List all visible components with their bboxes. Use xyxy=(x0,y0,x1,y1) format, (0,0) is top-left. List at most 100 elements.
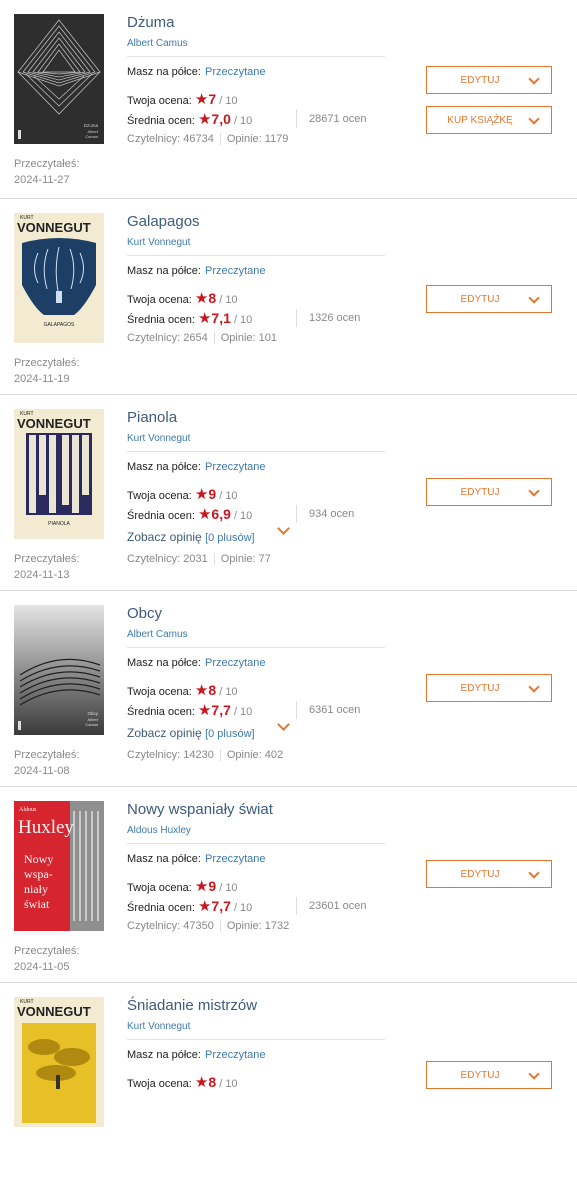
book-shelf-list: Dżuma Albert Camus Przeczytałeś: 2024-11-… xyxy=(0,0,577,1179)
ratings-count: 1326 ocen xyxy=(296,309,360,327)
your-rating[interactable]: Twoja ocena: ★7 / 10 xyxy=(127,90,238,108)
cover-author-last: VONNEGUT xyxy=(17,416,91,431)
chevron-down-icon xyxy=(528,867,540,879)
star-icon: ★ xyxy=(197,506,212,523)
book-title[interactable]: Nowy wspaniały świat xyxy=(127,801,273,818)
star-icon: ★ xyxy=(194,878,209,895)
chevron-down-icon xyxy=(528,485,540,497)
chevron-down-icon[interactable] xyxy=(277,718,290,731)
book-stats: Czytelnicy: 47350 Opinie: 1732 xyxy=(127,920,290,933)
average-rating: Średnia ocen: ★7,1 / 10 xyxy=(127,310,253,327)
read-date: Przeczytałeś: 2024-11-27 xyxy=(14,158,80,186)
shelf-link[interactable]: Przeczytane xyxy=(205,461,266,473)
ratings-count: 28671 ocen xyxy=(296,110,367,128)
book-stats: Czytelnicy: 14230 Opinie: 402 xyxy=(127,749,284,762)
edit-button[interactable]: EDYTUJ xyxy=(426,1061,552,1089)
shelf-link[interactable]: Przeczytane xyxy=(205,853,266,865)
your-rating[interactable]: Twoja ocena: ★9 / 10 xyxy=(127,485,238,503)
shelf-link[interactable]: Przeczytane xyxy=(205,265,266,277)
cover-title-text: wspa- xyxy=(24,867,53,881)
ratings-count: 6361 ocen xyxy=(296,701,360,719)
shelf-info: Masz na półce: Przeczytane xyxy=(127,853,266,865)
star-icon: ★ xyxy=(194,1074,209,1091)
cover-title-text: Dżuma xyxy=(84,123,99,128)
book-title[interactable]: Dżuma xyxy=(127,14,175,31)
cover-title-text: PIANOLA xyxy=(48,521,70,527)
book-item: Aldous Huxley Nowy wspa- niały świat Prz… xyxy=(0,787,577,983)
average-rating: Średnia ocen: ★6,9 / 10 xyxy=(127,506,253,523)
shelf-info: Masz na półce: Przeczytane xyxy=(127,265,266,277)
book-stats: Czytelnicy: 2031 Opinie: 77 xyxy=(127,553,271,566)
book-item: KURT VONNEGUT GALAPAGOS Przeczytałeś: 202… xyxy=(0,199,577,395)
divider xyxy=(127,255,385,256)
book-cover[interactable]: KURT VONNEGUT PIANOLA xyxy=(14,409,104,539)
ratings-count: 934 ocen xyxy=(296,505,354,523)
book-author[interactable]: Kurt Vonnegut xyxy=(127,1021,190,1032)
chevron-down-icon xyxy=(528,681,540,693)
chevron-down-icon[interactable] xyxy=(277,522,290,535)
your-rating[interactable]: Twoja ocena: ★8 / 10 xyxy=(127,289,238,307)
divider xyxy=(127,843,385,844)
cover-author-text: Camus xyxy=(85,722,98,727)
shelf-link[interactable]: Przeczytane xyxy=(205,66,266,78)
cover-author-first: Aldous xyxy=(19,807,37,813)
cover-title-text: GALAPAGOS xyxy=(44,322,75,328)
edit-button[interactable]: EDYTUJ xyxy=(426,66,552,94)
book-author[interactable]: Kurt Vonnegut xyxy=(127,433,190,444)
book-item: KURT VONNEGUT PIANOLA Przeczytałeś: 2024-… xyxy=(0,395,577,591)
cover-title-text: Obcy xyxy=(87,711,98,716)
your-rating[interactable]: Twoja ocena: ★8 / 10 xyxy=(127,1073,238,1091)
book-stats: Czytelnicy: 2654 Opinie: 101 xyxy=(127,332,278,345)
chevron-down-icon xyxy=(528,1068,540,1080)
average-rating: Średnia ocen: ★7,7 / 10 xyxy=(127,898,253,915)
book-title[interactable]: Pianola xyxy=(127,409,177,426)
book-cover[interactable]: Aldous Huxley Nowy wspa- niały świat xyxy=(14,801,104,931)
buy-book-button[interactable]: KUP KSIĄŻKĘ xyxy=(426,106,552,134)
read-date: Przeczytałeś: 2024-11-05 xyxy=(14,945,80,973)
shelf-info: Masz na półce: Przeczytane xyxy=(127,657,266,669)
shelf-info: Masz na półce: Przeczytane xyxy=(127,461,266,473)
edit-button[interactable]: EDYTUJ xyxy=(426,478,552,506)
book-title[interactable]: Galapagos xyxy=(127,213,200,230)
book-item: Dżuma Albert Camus Przeczytałeś: 2024-11-… xyxy=(0,0,577,199)
edit-button[interactable]: EDYTUJ xyxy=(426,285,552,313)
book-author[interactable]: Kurt Vonnegut xyxy=(127,237,190,248)
star-icon: ★ xyxy=(194,290,209,307)
book-author[interactable]: Aldous Huxley xyxy=(127,825,191,836)
your-rating[interactable]: Twoja ocena: ★8 / 10 xyxy=(127,681,238,699)
book-cover[interactable]: KURT VONNEGUT xyxy=(14,997,104,1127)
cover-title-text: świat xyxy=(24,897,50,911)
edit-button[interactable]: EDYTUJ xyxy=(426,860,552,888)
average-rating: Średnia ocen: ★7,0 / 10 xyxy=(127,111,253,128)
book-author[interactable]: Albert Camus xyxy=(127,38,188,49)
star-icon: ★ xyxy=(197,702,212,719)
see-opinion-link[interactable]: Zobacz opinię [0 plusów] xyxy=(127,726,255,740)
cover-author-last: VONNEGUT xyxy=(17,220,91,235)
divider xyxy=(127,647,385,648)
book-title[interactable]: Śniadanie mistrzów xyxy=(127,997,257,1014)
see-opinion-link[interactable]: Zobacz opinię [0 plusów] xyxy=(127,530,255,544)
shelf-info: Masz na półce: Przeczytane xyxy=(127,1049,266,1061)
book-stats: Czytelnicy: 46734 Opinie: 1179 xyxy=(127,133,289,146)
book-author[interactable]: Albert Camus xyxy=(127,629,188,640)
cover-author-last: Huxley xyxy=(18,817,74,838)
divider xyxy=(127,451,385,452)
ratings-count: 23601 ocen xyxy=(296,897,367,915)
book-cover[interactable]: Dżuma Albert Camus xyxy=(14,14,104,144)
book-item: KURT VONNEGUT Śniadanie mistrzów Kurt Vo… xyxy=(0,983,577,1179)
book-item: Obcy Albert Camus Przeczytałeś: 2024-11-0… xyxy=(0,591,577,787)
your-rating[interactable]: Twoja ocena: ★9 / 10 xyxy=(127,877,238,895)
book-title[interactable]: Obcy xyxy=(127,605,162,622)
divider xyxy=(127,56,385,57)
edit-button[interactable]: EDYTUJ xyxy=(426,674,552,702)
shelf-link[interactable]: Przeczytane xyxy=(205,1049,266,1061)
book-cover[interactable]: Obcy Albert Camus xyxy=(14,605,104,735)
star-icon: ★ xyxy=(194,682,209,699)
read-date: Przeczytałeś: 2024-11-13 xyxy=(14,553,80,581)
shelf-link[interactable]: Przeczytane xyxy=(205,657,266,669)
star-icon: ★ xyxy=(194,486,209,503)
cover-author-text: Camus xyxy=(85,134,98,139)
cover-author-last: VONNEGUT xyxy=(17,1004,91,1019)
divider xyxy=(127,1039,385,1040)
book-cover[interactable]: KURT VONNEGUT GALAPAGOS xyxy=(14,213,104,343)
